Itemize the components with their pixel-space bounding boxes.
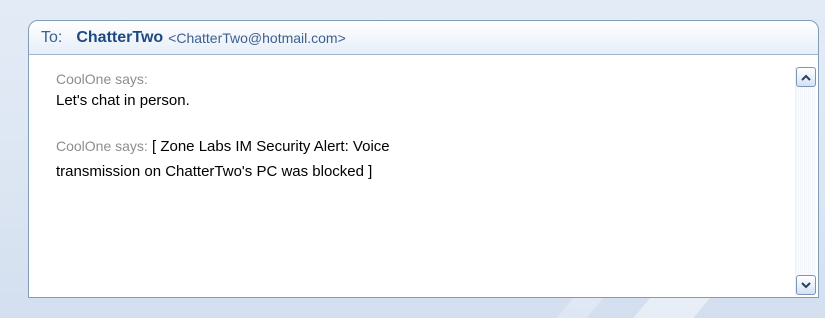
message-security-alert: CoolOne says: [ Zone Labs IM Security Al… — [56, 135, 778, 185]
conversation-history[interactable]: CoolOne says: Let's chat in person. Cool… — [29, 55, 818, 297]
message-text: [ Zone Labs IM Security Alert: Voice — [152, 138, 390, 155]
message-text: Let's chat in person. — [56, 92, 190, 109]
recipient-email: <ChatterTwo@hotmail.com> — [168, 29, 346, 46]
message-speaker: CoolOne says: — [56, 71, 148, 87]
message-line: CoolOne says: [ Zone Labs IM Security Al… — [56, 135, 778, 158]
background-streak — [544, 296, 606, 318]
recipient-bar: To: ChatterTwo <ChatterTwo@hotmail.com> — [29, 21, 818, 55]
to-label: To: — [41, 28, 63, 46]
chevron-down-icon — [801, 281, 811, 288]
message-speaker: CoolOne says: — [56, 138, 148, 154]
scroll-down-button[interactable] — [796, 275, 816, 295]
chat-window: To: ChatterTwo <ChatterTwo@hotmail.com> … — [28, 20, 819, 298]
vertical-scrollbar[interactable] — [795, 67, 816, 295]
recipient-name[interactable]: ChatterTwo — [76, 29, 163, 47]
message: CoolOne says: Let's chat in person. — [56, 69, 778, 112]
message-list: CoolOne says: Let's chat in person. Cool… — [56, 69, 778, 185]
message-text-continued: transmission on ChatterTwo's PC was bloc… — [56, 163, 373, 180]
scroll-up-button[interactable] — [796, 67, 816, 87]
chevron-up-icon — [801, 74, 811, 81]
